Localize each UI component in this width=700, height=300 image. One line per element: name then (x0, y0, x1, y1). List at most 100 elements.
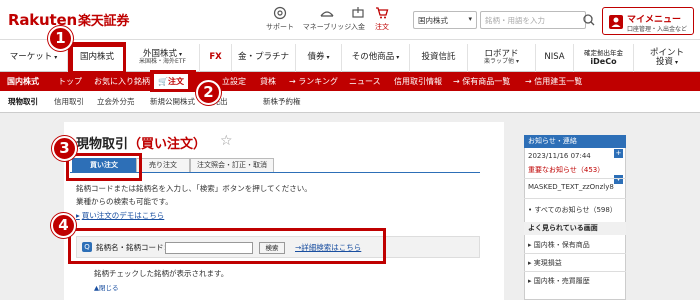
nav-fx-label: FX (209, 52, 222, 63)
expand-icon[interactable]: + (614, 149, 623, 158)
money-bridge-icon (320, 11, 334, 17)
divider (524, 198, 626, 199)
support-label: サポート (266, 23, 294, 31)
account-icon (609, 15, 623, 29)
money-bridge-button[interactable]: マネーブリッジ (302, 6, 352, 32)
callout-box-1 (70, 44, 126, 74)
nav-funds-label: 投資信託 (421, 52, 456, 63)
page-title-mode: （買い注文） (128, 137, 207, 152)
subnav-cash-trade[interactable]: 現物取引 (8, 91, 38, 113)
instruction-line-2: 業種からの検索も可能です。 (76, 197, 173, 206)
rnav-margin-info[interactable]: 信用取引情報 (394, 72, 442, 91)
nav-points-sub: 投資 ▾ (655, 57, 678, 67)
logo-latin: Rakuten (8, 11, 77, 29)
subnav-ipo[interactable]: 新規公開株式 (150, 91, 195, 113)
callout-box-4 (68, 228, 386, 264)
popular-link-holdings-label: 国内株・保有商品 (533, 241, 590, 249)
callout-box-3 (66, 153, 142, 181)
nav-robo-sub: 楽ラップ他 ▾ (483, 58, 520, 66)
nav-ideco-sub: iDeCo (590, 57, 617, 67)
divider (524, 271, 626, 272)
nav-fx[interactable]: FX (200, 44, 232, 72)
search-scope-select[interactable]: 国内株式 ▾ (413, 11, 477, 29)
recent-stocks-text: 銘柄チェックした銘柄が表示されます。 (94, 269, 229, 278)
search-icon[interactable] (582, 11, 596, 29)
order-button[interactable]: 注文 (370, 6, 394, 32)
nav-ideco[interactable]: 確定拠出年金 iDeCo (574, 44, 634, 72)
deposit-button[interactable]: 入金 (347, 6, 369, 32)
nav-gold-label: 金・プラチナ (237, 52, 289, 63)
popular-screens-header: よく見られている画面 (524, 222, 626, 235)
masked-notice[interactable]: MASKED_TEXT_zzOnzly8 (528, 183, 614, 191)
popular-link-history[interactable]: ▸ 国内株・売買履歴 (528, 276, 590, 286)
tab-sell-order[interactable]: 売り注文 (136, 158, 190, 173)
nav-other-products[interactable]: その他商品 ▾ (342, 44, 410, 72)
callout-badge-3: 3 (52, 136, 77, 161)
popular-link-holdings[interactable]: ▸ 国内株・保有商品 (528, 240, 590, 250)
rnav-favorites[interactable]: お気に入り銘柄 (94, 72, 150, 91)
nav-nisa[interactable]: NISA (536, 44, 574, 72)
important-notice-link[interactable]: 重要なお知らせ（453） (528, 165, 604, 175)
notices-header: お知らせ・連絡 (524, 135, 626, 148)
chevron-down-icon: ▾ (326, 53, 330, 61)
support-icon (273, 6, 287, 20)
popular-link-pnl-label: 実現損益 (533, 259, 562, 267)
divider (524, 253, 626, 254)
nav-nisa-label: NISA (544, 52, 565, 63)
page-title: 現物取引（買い注文） (76, 133, 206, 152)
search-scope-value: 国内株式 (418, 16, 448, 25)
nav-robo-advisor[interactable]: ロボアド 楽ラップ他 ▾ (468, 44, 536, 72)
subnav-margin-trade[interactable]: 信用取引 (54, 91, 84, 113)
nav-gold-platinum[interactable]: 金・プラチナ (232, 44, 296, 72)
rnav-margin-positions[interactable]: → 信用建玉一覧 (525, 72, 582, 91)
red-sub-nav: 国内株式 トップ お気に入り銘柄 🛒注文 立設定 貸株 → ランキング ニュース… (0, 72, 700, 91)
mymenu-subtitle: 口座管理・入出金など (627, 26, 688, 33)
deposit-icon (352, 7, 364, 18)
callout-badge-1: 1 (48, 26, 73, 51)
nav-foreign-stocks-sub: 米国株・海外ETF (139, 58, 186, 66)
callout-badge-4: 4 (51, 213, 76, 238)
tab-order-inquiry[interactable]: 注文照会・訂正・取消 (190, 158, 274, 173)
popular-link-pnl[interactable]: ▸ 実現損益 (528, 258, 562, 268)
popular-link-history-label: 国内株・売買履歴 (533, 277, 590, 285)
page-title-main: 現物取引 (76, 137, 129, 152)
chevron-down-icon: ▾ (396, 53, 400, 61)
sub-nav: 現物取引 信用取引 立会外分売 新規公開株式 ・売出 新株予約権 (0, 91, 700, 113)
notice-date: 2023/11/16 07:44 (528, 152, 591, 160)
rnav-holdings[interactable]: → 保有商品一覧 (453, 72, 510, 91)
recent-stocks-panel: 銘柄チェックした銘柄が表示されます。 ▲閉じる (76, 262, 480, 300)
chevron-down-icon: ▾ (468, 15, 472, 23)
subnav-off-floor[interactable]: 立会外分売 (97, 91, 135, 113)
demo-link[interactable]: ▸ 買い注文のデモはこちら (76, 210, 164, 221)
nav-market-label: マーケット (9, 52, 53, 63)
nav-points[interactable]: ポイント 投資 ▾ (634, 44, 700, 72)
instruction-line-1: 銘柄コードまたは銘柄名を入力し、「検索」ボタンを押してください。 (76, 184, 312, 193)
logo-jp: 楽天証券 (77, 14, 130, 29)
nav-mutual-funds[interactable]: 投資信託 (410, 44, 468, 72)
support-button[interactable]: サポート (257, 6, 303, 32)
rnav-lending[interactable]: 貸株 (260, 72, 276, 91)
all-notices-link[interactable]: • すべてのお知らせ（598） (528, 205, 617, 215)
subnav-warrants[interactable]: 新株予約権 (263, 91, 301, 113)
callout-box-2 (150, 70, 196, 92)
rnav-settings[interactable]: 立設定 (222, 72, 246, 91)
rakuten-logo[interactable]: Rakuten楽天証券 (8, 10, 129, 29)
arrow-right-icon: ▸ (76, 211, 80, 220)
cart-icon (376, 7, 389, 19)
divider (524, 178, 626, 179)
scroll-down-icon[interactable]: ▾ (614, 175, 623, 184)
nav-foreign-stocks[interactable]: 外国株式 ▾ 米国株・海外ETF (126, 44, 200, 72)
close-panel-link[interactable]: ▲閉じる (94, 282, 119, 292)
rnav-ranking[interactable]: → ランキング (289, 72, 338, 91)
global-search-input[interactable]: 銘柄・用語を入力 (480, 11, 586, 29)
rnav-top[interactable]: トップ (58, 72, 82, 91)
favorite-star-icon[interactable]: ☆ (220, 133, 233, 149)
callout-badge-2: 2 (196, 80, 221, 105)
rnav-news[interactable]: ニュース (349, 72, 381, 91)
global-search-placeholder: 銘柄・用語を入力 (485, 16, 545, 25)
nav-bonds[interactable]: 債券 ▾ (296, 44, 342, 72)
money-bridge-label: マネーブリッジ (302, 23, 352, 31)
nav-ideco-label: 確定拠出年金 (584, 48, 623, 57)
deposit-label: 入金 (351, 23, 365, 31)
mymenu-button[interactable]: マイメニュー 口座管理・入出金など (602, 7, 694, 35)
